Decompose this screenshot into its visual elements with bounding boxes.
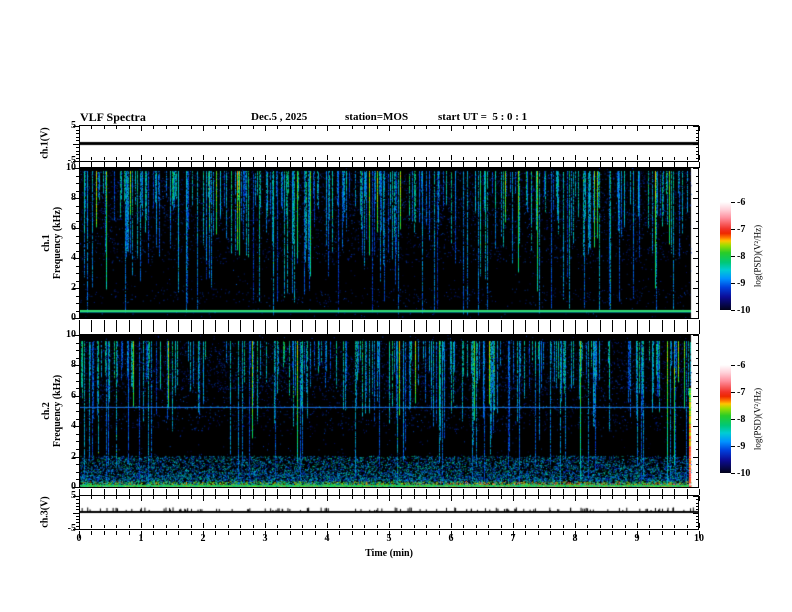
tick-label: -5 bbox=[67, 523, 76, 534]
tick-label: -6 bbox=[737, 360, 746, 371]
tick-label: 0 bbox=[71, 312, 76, 323]
vlf-spectra-figure: VLF Spectra Dec.5 , 2025 station=MOS sta… bbox=[0, 0, 792, 612]
tick-label: -10 bbox=[737, 305, 751, 316]
tick-label: 7 bbox=[510, 533, 516, 544]
tick-label: 9 bbox=[634, 533, 640, 544]
tick-label: 10 bbox=[694, 533, 704, 544]
tick-label: 4 bbox=[324, 533, 330, 544]
tick-label: 2 bbox=[71, 450, 76, 462]
tick-label: 6 bbox=[448, 533, 454, 544]
tick-label: 5 bbox=[386, 533, 392, 544]
tick-label: 8 bbox=[572, 533, 578, 544]
tick-label: 2 bbox=[71, 282, 76, 293]
tick-label: 4 bbox=[71, 420, 76, 432]
tick-label: 10 bbox=[66, 329, 76, 340]
tick-label: 3 bbox=[262, 533, 268, 544]
tick-label: -7 bbox=[737, 387, 746, 398]
tick-label: 2 bbox=[200, 533, 206, 544]
tick-label: -7 bbox=[737, 224, 746, 235]
tick-label: -8 bbox=[737, 414, 746, 425]
tick-label: -9 bbox=[737, 441, 746, 452]
axis-ticks-overlay: 0 1 2 3 4 5 6 7 8 9 10 10 10 8 8 6 6 4 4 2 2 0 0 5 -5 5 -5 -6 -7 -8 -9… bbox=[0, 0, 792, 612]
tick-label: 6 bbox=[71, 222, 76, 233]
tick-label: -10 bbox=[737, 468, 751, 479]
tick-label: -5 bbox=[67, 155, 76, 166]
tick-label: 5 bbox=[71, 490, 76, 501]
tick-label: 6 bbox=[71, 389, 76, 401]
tick-label: 8 bbox=[71, 192, 76, 203]
tick-label: 5 bbox=[71, 120, 76, 131]
tick-label: 1 bbox=[138, 533, 144, 544]
tick-label: 4 bbox=[71, 252, 76, 263]
tick-label: -9 bbox=[737, 278, 746, 289]
tick-label: -8 bbox=[737, 251, 746, 262]
tick-label: 8 bbox=[71, 359, 76, 371]
tick-label: 0 bbox=[76, 533, 82, 544]
tick-label: -6 bbox=[737, 197, 746, 208]
